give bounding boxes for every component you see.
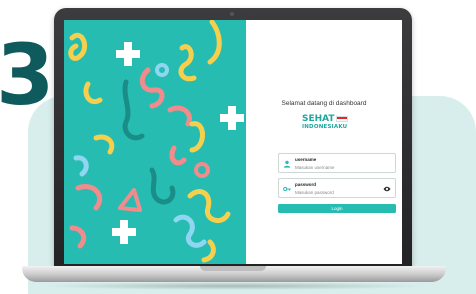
- user-icon: [283, 160, 291, 168]
- password-input[interactable]: [295, 189, 381, 196]
- username-input[interactable]: [295, 164, 381, 171]
- brand-logo: SEHAT INDONESIAKU: [302, 114, 362, 136]
- plus-shape: [220, 106, 244, 130]
- ring-shape: [194, 162, 210, 178]
- plus-shape: [112, 220, 136, 244]
- laptop-notch: [200, 266, 266, 271]
- step-number: 3: [0, 26, 54, 124]
- triangle-shape: [118, 188, 142, 212]
- laptop-shadow: [40, 282, 428, 290]
- key-icon: [283, 186, 291, 192]
- illustration-panel: [64, 20, 246, 264]
- logo-text-bottom: INDONESIAKU: [302, 124, 348, 130]
- password-field[interactable]: password: [278, 178, 396, 198]
- laptop-screen: Selamat datang di dashboard SEHAT INDONE…: [64, 20, 402, 264]
- welcome-heading: Selamat datang di dashboard: [281, 100, 367, 107]
- laptop-frame: Selamat datang di dashboard SEHAT INDONE…: [54, 8, 412, 268]
- eye-icon[interactable]: [383, 185, 391, 193]
- username-field[interactable]: username: [278, 153, 396, 173]
- confetti-illustration: [68, 20, 244, 263]
- password-label: password: [295, 182, 317, 187]
- logo-text-top: SEHAT: [302, 114, 335, 124]
- indonesia-flag-icon: [336, 116, 348, 122]
- ring-shape: [155, 63, 169, 77]
- username-label: username: [295, 157, 317, 162]
- camera-dot: [230, 12, 234, 16]
- plus-shape: [116, 42, 140, 66]
- login-panel: Selamat datang di dashboard SEHAT INDONE…: [246, 20, 402, 264]
- login-button[interactable]: Login: [278, 204, 396, 213]
